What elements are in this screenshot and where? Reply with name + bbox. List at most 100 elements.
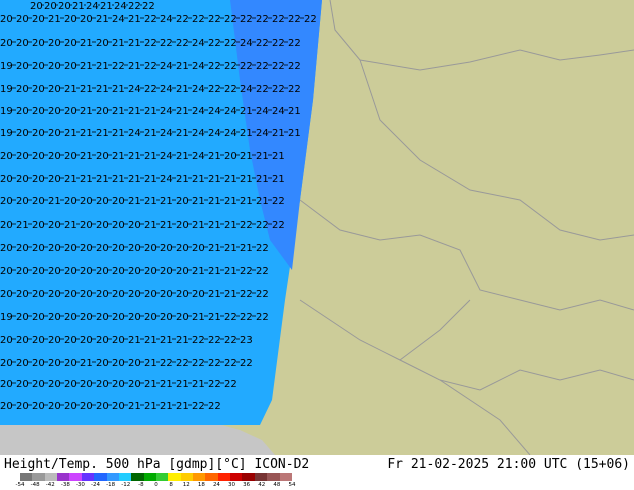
contour-label: 21 — [160, 335, 173, 346]
contour-label: 20 — [32, 379, 45, 390]
contour-label: 20 — [128, 358, 141, 369]
contour-label: 20 — [64, 38, 77, 49]
contour-label: 20 — [64, 312, 77, 323]
contour-label: 24 — [272, 106, 285, 117]
contour-label: 22 — [208, 358, 221, 369]
colorbar-swatch — [279, 473, 292, 481]
contour-label: 21 — [288, 106, 301, 117]
contour-label: 20 — [0, 401, 13, 412]
contour-label: 20 — [32, 84, 45, 95]
contour-label: 20 — [32, 151, 45, 162]
contour-label: 22 — [224, 312, 237, 323]
contour-label: 22 — [256, 220, 269, 231]
contour-label: 20 — [80, 220, 93, 231]
colorbar-tick-label: -48 — [30, 482, 40, 488]
colorbar-swatch — [180, 473, 194, 481]
contour-label: 20 — [64, 266, 77, 277]
contour-label: 20 — [80, 14, 93, 25]
contour-label: 21 — [128, 196, 141, 207]
contour-label: 20 — [128, 379, 141, 390]
colorbar-tick-label: -54 — [15, 482, 25, 488]
contour-label: 20 — [176, 289, 189, 300]
contour-label: 20 — [96, 335, 109, 346]
contour-label: 20 — [96, 151, 109, 162]
contour-label: 21 — [240, 196, 253, 207]
colorbar-tick-label: -12 — [121, 482, 131, 488]
colorbar-tick-label: 48 — [273, 482, 281, 488]
contour-label: 21 — [176, 335, 189, 346]
contour-label: 21 — [96, 174, 109, 185]
colorbar-tick-label: -30 — [75, 482, 85, 488]
contour-label: 20 — [0, 14, 13, 25]
contour-label: 20 — [48, 401, 61, 412]
contour-label: 21 — [208, 196, 221, 207]
contour-label: 21 — [80, 151, 93, 162]
contour-label: 20 — [16, 61, 29, 72]
contour-label: 20 — [32, 106, 45, 117]
contour-label: 22 — [272, 196, 285, 207]
contour-label: 21 — [208, 174, 221, 185]
contour-label: 20 — [144, 243, 157, 254]
contour-label: 21 — [240, 151, 253, 162]
map-footer: Height/Temp. 500 hPa [gdmp][°C] ICON-D2 … — [0, 455, 634, 490]
colorbar-swatch — [168, 473, 181, 481]
contour-label: 20 — [112, 358, 125, 369]
contour-label: 21 — [72, 1, 85, 12]
contour-label: 20 — [96, 379, 109, 390]
contour-label: 20 — [176, 220, 189, 231]
contour-label: 20 — [64, 289, 77, 300]
contour-label: 24 — [112, 14, 125, 25]
contour-label: 21 — [144, 220, 157, 231]
contour-label: 21 — [272, 151, 285, 162]
contour-label: 21 — [256, 151, 269, 162]
contour-label: 20 — [16, 358, 29, 369]
contour-label: 20 — [64, 151, 77, 162]
colorbar-swatch — [217, 473, 231, 481]
contour-label: 22 — [144, 61, 157, 72]
contour-label: 21 — [192, 174, 205, 185]
contour-label: 20 — [112, 196, 125, 207]
contour-label: 24 — [208, 106, 221, 117]
colorbar-tick-label: -38 — [60, 482, 70, 488]
contour-label: 20 — [32, 335, 45, 346]
contour-label: 21 — [64, 174, 77, 185]
colorbar-swatch — [267, 473, 280, 481]
contour-label: 22 — [208, 84, 221, 95]
contour-label: 24 — [160, 128, 173, 139]
contour-label: 20 — [192, 289, 205, 300]
contour-label: 20 — [32, 358, 45, 369]
contour-label: 22 — [160, 358, 173, 369]
colorbar-tick-label: 30 — [228, 482, 236, 488]
contour-label: 23 — [240, 335, 253, 346]
contour-label: 20 — [176, 266, 189, 277]
valid-time: Fr 21-02-2025 21:00 UTC (15+06) — [387, 457, 630, 472]
contour-label: 20 — [32, 401, 45, 412]
contour-label: 21 — [256, 174, 269, 185]
contour-label: 24 — [160, 14, 173, 25]
contour-label: 21 — [240, 174, 253, 185]
contour-label: 20 — [176, 312, 189, 323]
colorbar-tick-label: -42 — [45, 482, 55, 488]
contour-label: 21 — [176, 174, 189, 185]
contour-label: 22 — [272, 38, 285, 49]
contour-label: 20 — [48, 243, 61, 254]
colorbar-tick-label: 8 — [169, 482, 173, 488]
contour-label: 21 — [96, 128, 109, 139]
contour-label: 20 — [0, 220, 13, 231]
contour-label: 24 — [192, 106, 205, 117]
contour-label: 22 — [192, 358, 205, 369]
contour-label: 20 — [80, 335, 93, 346]
contour-label: 21 — [176, 84, 189, 95]
contour-label: 20 — [128, 266, 141, 277]
contour-label: 20 — [96, 106, 109, 117]
contour-label: 19 — [0, 84, 13, 95]
contour-label: 22 — [288, 14, 301, 25]
contour-label: 20 — [16, 84, 29, 95]
colorbar-ticks: -54 -48 -42 -38 -30 -24 -18 -12 -8 0 8 12 18 24 30 36 42… — [16, 482, 296, 490]
contour-label: 20 — [176, 243, 189, 254]
contour-label: 20 — [32, 38, 45, 49]
contour-label: 21 — [288, 128, 301, 139]
contour-label: 20 — [44, 1, 57, 12]
product-title: Height/Temp. 500 hPa [gdmp][°C] ICON-D2 — [4, 457, 310, 472]
contour-label: 21 — [16, 220, 29, 231]
